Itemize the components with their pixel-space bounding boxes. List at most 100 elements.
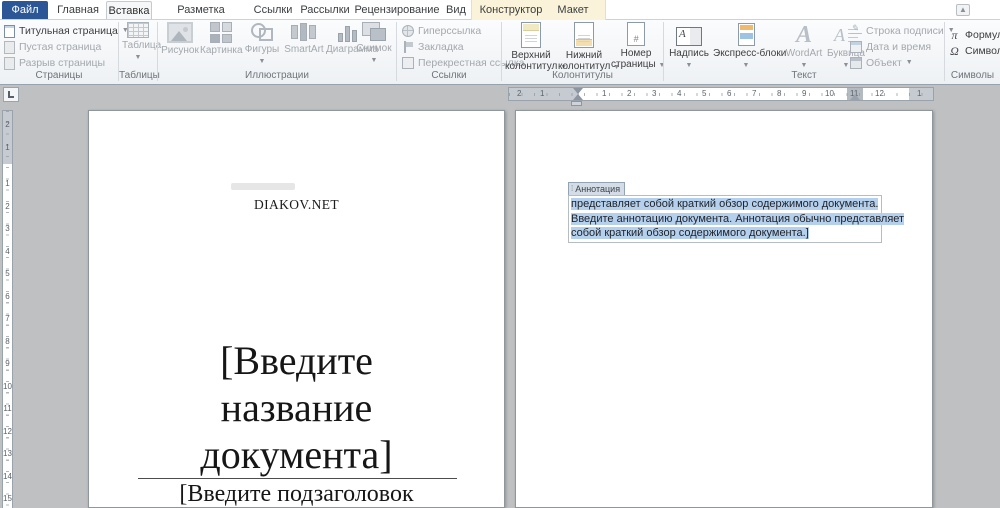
equation-label: Формула bbox=[965, 29, 1000, 41]
left-indent-marker[interactable] bbox=[571, 101, 582, 106]
smartart-button[interactable]: SmartArt bbox=[282, 22, 326, 55]
tab-insert[interactable]: Вставка bbox=[106, 1, 152, 19]
ruler-number: 1 bbox=[3, 144, 12, 152]
vertical-ruler[interactable]: 2 1 1 2 3 4 5 6 7 8 9 10 11 12 13 14 15 bbox=[2, 110, 13, 508]
group-symbols: π Формула ▼ Ω Символ ▼ Символы bbox=[945, 20, 1000, 85]
ruler-ticks bbox=[6, 111, 9, 507]
ruler-number: 8 bbox=[777, 88, 781, 100]
hanging-indent-marker[interactable] bbox=[573, 94, 583, 100]
signature-line-button[interactable]: Строка подписи ▼ bbox=[850, 24, 955, 38]
header-button[interactable]: Верхний колонтитул ▼ bbox=[505, 22, 557, 72]
content-control-tag-label: Аннотация bbox=[575, 184, 620, 194]
smartart-label: SmartArt bbox=[282, 44, 326, 55]
clipart-label: Картинка bbox=[200, 45, 242, 56]
tab-review[interactable]: Рецензирование bbox=[354, 1, 440, 19]
title-line: документа] bbox=[89, 431, 504, 478]
symbol-button[interactable]: Ω Символ ▼ bbox=[948, 44, 1000, 58]
tab-page-layout[interactable]: Разметка страницы bbox=[154, 1, 248, 19]
annotation-line: Введите аннотацию документа. Аннотация о… bbox=[571, 212, 879, 227]
wordart-button[interactable]: A WordArt ▼ bbox=[781, 22, 827, 70]
group-header-footer: Верхний колонтитул ▼ Нижний колонтитул ▼… bbox=[502, 20, 663, 85]
ruler-number: 7 bbox=[3, 315, 12, 323]
tab-references[interactable]: Ссылки bbox=[250, 1, 296, 19]
hyperlink-label: Гиперссылка bbox=[418, 25, 481, 37]
page-1[interactable]: DIAKOV.NET [Введите название документа] … bbox=[88, 110, 505, 508]
table-label: Таблица bbox=[122, 40, 154, 51]
ruler-number: 15 bbox=[3, 495, 12, 503]
ruler-number: 5 bbox=[702, 88, 706, 100]
group-label-links: Ссылки bbox=[397, 70, 501, 81]
title-placeholder[interactable]: [Введите название документа] bbox=[89, 337, 504, 478]
shapes-button[interactable]: Фигуры ▼ bbox=[243, 22, 281, 66]
hyperlink-button[interactable]: Гиперссылка bbox=[402, 24, 481, 38]
group-links: Гиперссылка Закладка Перекрестная ссылка… bbox=[397, 20, 501, 85]
ribbon-tab-bar: Файл Главная Вставка Разметка страницы С… bbox=[0, 0, 1000, 20]
ruler-number: 2 bbox=[3, 203, 12, 211]
tab-home[interactable]: Главная bbox=[52, 1, 104, 19]
quick-parts-icon bbox=[738, 23, 755, 46]
date-time-icon bbox=[850, 41, 862, 53]
shapes-icon bbox=[250, 22, 274, 42]
tab-design-contextual[interactable]: Конструктор bbox=[476, 1, 546, 19]
right-indent-marker[interactable] bbox=[850, 94, 860, 100]
page-2[interactable]: ⁞ Аннотация представляет собой краткий о… bbox=[515, 110, 933, 508]
grip-icon: ⁞ bbox=[571, 185, 573, 193]
tab-stop-selector[interactable] bbox=[3, 87, 19, 102]
ruler-number: 13 bbox=[3, 450, 12, 458]
bookmark-label: Закладка bbox=[418, 41, 464, 53]
group-label-symbols: Символы bbox=[945, 70, 1000, 81]
table-button[interactable]: Таблица ▼ bbox=[122, 22, 154, 62]
text-box-button[interactable]: Надпись ▼ bbox=[666, 22, 712, 70]
group-text: Надпись ▼ Экспресс-блоки ▼ A WordArt ▼ Б… bbox=[664, 20, 944, 85]
title-rule bbox=[138, 478, 457, 479]
screenshot-button[interactable]: Снимок ▼ bbox=[354, 22, 394, 65]
annotation-content-control[interactable]: представляет собой краткий обзор содержи… bbox=[568, 195, 882, 243]
ruler-number: 1 bbox=[540, 88, 544, 100]
tab-layout-contextual[interactable]: Макет bbox=[549, 1, 597, 19]
title-line: [Введите bbox=[89, 337, 504, 384]
footer-button[interactable]: Нижний колонтитул ▼ bbox=[558, 22, 610, 72]
quick-parts-button[interactable]: Экспресс-блоки ▼ bbox=[713, 22, 779, 70]
blank-page-button[interactable]: Пустая страница bbox=[4, 40, 101, 54]
content-control-tag[interactable]: ⁞ Аннотация bbox=[568, 182, 625, 195]
object-icon bbox=[850, 57, 862, 69]
tab-mailings[interactable]: Рассылки bbox=[298, 1, 352, 19]
group-label-tables: Таблицы bbox=[119, 70, 157, 81]
tab-file[interactable]: Файл bbox=[2, 1, 48, 19]
cover-page-button[interactable]: Титульная страница ▼ bbox=[4, 24, 129, 38]
signature-line-label: Строка подписи bbox=[866, 25, 944, 37]
shapes-label: Фигуры bbox=[243, 44, 281, 55]
ruler-number: 1 bbox=[602, 88, 606, 100]
clipart-button[interactable]: Картинка bbox=[200, 22, 242, 56]
word-window: Файл Главная Вставка Разметка страницы С… bbox=[0, 0, 1000, 508]
group-label-illustrations: Иллюстрации bbox=[158, 70, 396, 81]
wordart-icon: A bbox=[796, 24, 812, 46]
tab-view[interactable]: Вид bbox=[441, 1, 471, 19]
ruler-number: 2 bbox=[627, 88, 631, 100]
ruler-number: 6 bbox=[3, 293, 12, 301]
horizontal-ruler[interactable]: 2 1 1 2 3 4 5 6 7 8 9 10 11 12 1 bbox=[508, 87, 934, 101]
equation-button[interactable]: π Формула ▼ bbox=[948, 28, 1000, 42]
page-number-button[interactable]: Номер страницы ▼ bbox=[611, 22, 661, 70]
text-box-icon bbox=[676, 27, 702, 46]
minimize-ribbon-icon[interactable]: ▲ bbox=[956, 4, 970, 16]
group-illustrations: Рисунок Картинка Фигуры ▼ SmartArt Диагр… bbox=[158, 20, 396, 85]
ruler-number: 2 bbox=[3, 121, 12, 129]
clipart-icon bbox=[210, 22, 232, 43]
text-box-label: Надпись bbox=[666, 48, 712, 59]
picture-button[interactable]: Рисунок bbox=[160, 22, 200, 56]
bookmark-button[interactable]: Закладка bbox=[402, 40, 464, 54]
ruler-number: 7 bbox=[752, 88, 756, 100]
cover-page-icon bbox=[4, 25, 15, 38]
page-break-button[interactable]: Разрыв страницы bbox=[4, 56, 105, 70]
subtitle-placeholder[interactable]: [Введите подзаголовок bbox=[89, 481, 504, 508]
hyperlink-icon bbox=[402, 25, 414, 37]
ruler-number: 14 bbox=[3, 473, 12, 481]
date-time-button[interactable]: Дата и время bbox=[850, 40, 931, 54]
object-button[interactable]: Объект ▼ bbox=[850, 56, 913, 70]
smartart-icon bbox=[291, 22, 317, 42]
ruler-number: 6 bbox=[727, 88, 731, 100]
dropdown-arrow-icon: ▼ bbox=[743, 63, 750, 69]
ruler-number: 11 bbox=[3, 405, 12, 413]
ruler-number: 10 bbox=[3, 383, 12, 391]
